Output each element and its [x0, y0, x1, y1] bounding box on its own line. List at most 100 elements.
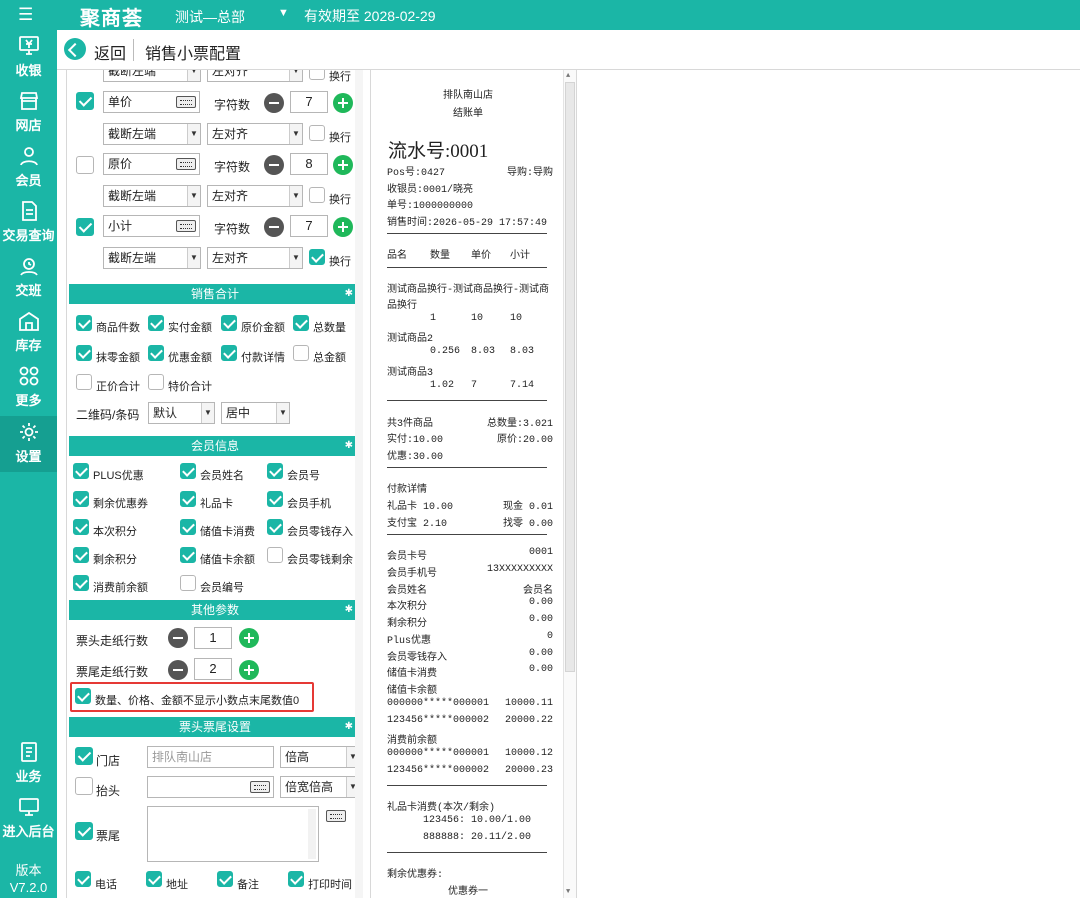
column-name-subtotal[interactable]: 小计 — [103, 215, 200, 237]
column-name-original-price[interactable]: 原价 — [103, 153, 200, 175]
keyboard-icon[interactable] — [250, 781, 270, 793]
keyboard-icon[interactable] — [176, 96, 196, 108]
section-sales-total[interactable]: 销售合计 ✱ — [69, 284, 361, 304]
checkbox-member-no[interactable] — [267, 463, 283, 479]
wrap-checkbox-0[interactable] — [309, 70, 325, 80]
checkbox-no-trailing-zero[interactable] — [75, 688, 91, 704]
increase-width-button[interactable] — [333, 217, 353, 237]
checkbox-change-deposit[interactable] — [267, 519, 283, 535]
wrap-checkbox-subtotal[interactable] — [309, 249, 325, 265]
sidebar-item-business[interactable]: 业务 — [0, 740, 57, 792]
checkbox-remaining-points[interactable] — [73, 547, 89, 563]
align-select-original-price[interactable]: 左对齐 ▼ — [207, 185, 303, 207]
checkbox-total-amount[interactable] — [293, 345, 309, 361]
width-input-unit-price[interactable]: 7 — [290, 91, 328, 113]
checkbox-header[interactable] — [75, 777, 93, 795]
qr-type-select[interactable]: 默认 ▼ — [148, 402, 215, 424]
keyboard-icon[interactable] — [326, 810, 346, 822]
truncate-select-original-price[interactable]: 截断左端 ▼ — [103, 185, 201, 207]
header-input[interactable] — [147, 776, 274, 798]
chevron-down-icon[interactable]: ▼ — [278, 7, 289, 19]
menu-icon[interactable]: ☰ — [18, 5, 33, 25]
align-select-unit-price[interactable]: 左对齐 ▼ — [207, 123, 303, 145]
checkbox-phone[interactable] — [75, 871, 91, 887]
checkbox-member-phone[interactable] — [267, 491, 283, 507]
checkbox-address[interactable] — [146, 871, 162, 887]
checkbox-original-amount[interactable] — [221, 315, 237, 331]
checkbox-rounding[interactable] — [76, 345, 92, 361]
sidebar-item-cashier[interactable]: 收银 — [0, 34, 57, 86]
sidebar-item-inventory[interactable]: 库存 — [0, 309, 57, 361]
column-checkbox-subtotal[interactable] — [76, 218, 94, 236]
checkbox-total-qty[interactable] — [293, 315, 309, 331]
align-select-0[interactable]: 左对齐 ▼ — [207, 70, 303, 82]
width-input-subtotal[interactable]: 7 — [290, 215, 328, 237]
scroll-down-icon[interactable]: ▼ — [566, 888, 570, 896]
store-selector[interactable]: 测试—总部 — [175, 7, 245, 27]
receipt-scrollbar[interactable]: ▲ ▼ — [563, 70, 576, 898]
textarea-scrollbar[interactable] — [308, 809, 316, 859]
checkbox-gift-card[interactable] — [180, 491, 196, 507]
tail-feed-input[interactable]: 2 — [194, 658, 232, 680]
scroll-up-icon[interactable]: ▲ — [566, 72, 570, 80]
qr-align-select[interactable]: 居中 ▼ — [221, 402, 290, 424]
sidebar-item-transactions[interactable]: 交易查询 — [0, 199, 57, 251]
decrease-tail-feed-button[interactable] — [168, 660, 188, 680]
header-size-select[interactable]: 倍宽倍高 ▼ — [280, 776, 360, 798]
checkbox-plus-discount[interactable] — [73, 463, 89, 479]
wrap-checkbox-unit-price[interactable] — [309, 125, 325, 141]
sidebar-item-backend[interactable]: 进入后台 — [0, 795, 57, 847]
sidebar-item-member[interactable]: 会员 — [0, 144, 57, 196]
checkbox-paid-amount[interactable] — [148, 315, 164, 331]
checkbox-regular-total[interactable] — [76, 374, 92, 390]
checkbox-footer[interactable] — [75, 822, 93, 840]
store-size-select[interactable]: 倍高 ▼ — [280, 746, 360, 768]
checkbox-member-code[interactable] — [180, 575, 196, 591]
wrap-checkbox-original-price[interactable] — [309, 187, 325, 203]
sidebar-item-shift[interactable]: 交班 — [0, 254, 57, 306]
checkbox-remark[interactable] — [217, 871, 233, 887]
increase-head-feed-button[interactable] — [239, 628, 259, 648]
align-select-subtotal[interactable]: 左对齐 ▼ — [207, 247, 303, 269]
panel-scrollbar[interactable] — [355, 70, 363, 898]
column-checkbox-unit-price[interactable] — [76, 92, 94, 110]
checkbox-pre-balance[interactable] — [73, 575, 89, 591]
increase-width-button[interactable] — [333, 155, 353, 175]
footer-textarea[interactable] — [147, 806, 319, 862]
checkbox-item-count[interactable] — [76, 315, 92, 331]
section-head-tail[interactable]: 票头票尾设置 ✱ — [69, 717, 361, 737]
back-button[interactable]: 返回 — [94, 40, 126, 64]
width-input-original-price[interactable]: 8 — [290, 153, 328, 175]
truncate-select-subtotal[interactable]: 截断左端 ▼ — [103, 247, 201, 269]
back-arrow-icon[interactable] — [64, 38, 86, 60]
scroll-thumb[interactable] — [565, 82, 575, 672]
checkbox-print-time[interactable] — [288, 871, 304, 887]
checkbox-change-remaining[interactable] — [267, 547, 283, 563]
truncate-select-0[interactable]: 截断左端 ▼ — [103, 70, 201, 82]
checkbox-discount[interactable] — [148, 345, 164, 361]
keyboard-icon[interactable] — [176, 220, 196, 232]
decrease-width-button[interactable] — [264, 217, 284, 237]
column-checkbox-original-price[interactable] — [76, 156, 94, 174]
checkbox-remaining-coupons[interactable] — [73, 491, 89, 507]
section-other-params[interactable]: 其他参数 ✱ — [69, 600, 361, 620]
sidebar-item-online-store[interactable]: 网店 — [0, 89, 57, 141]
store-name-input[interactable]: 排队南山店 — [147, 746, 274, 768]
decrease-head-feed-button[interactable] — [168, 628, 188, 648]
sidebar-item-settings[interactable]: 设置 — [0, 416, 57, 472]
truncate-select-unit-price[interactable]: 截断左端 ▼ — [103, 123, 201, 145]
section-member-info[interactable]: 会员信息 ✱ — [69, 436, 361, 456]
checkbox-stored-value-spend[interactable] — [180, 519, 196, 535]
increase-tail-feed-button[interactable] — [239, 660, 259, 680]
sidebar-item-more[interactable]: 更多 — [0, 364, 57, 416]
decrease-width-button[interactable] — [264, 155, 284, 175]
checkbox-current-points[interactable] — [73, 519, 89, 535]
head-feed-input[interactable]: 1 — [194, 627, 232, 649]
column-name-unit-price[interactable]: 单价 — [103, 91, 200, 113]
checkbox-stored-value-balance[interactable] — [180, 547, 196, 563]
checkbox-store[interactable] — [75, 747, 93, 765]
decrease-width-button[interactable] — [264, 93, 284, 113]
keyboard-icon[interactable] — [176, 158, 196, 170]
checkbox-member-name[interactable] — [180, 463, 196, 479]
increase-width-button[interactable] — [333, 93, 353, 113]
